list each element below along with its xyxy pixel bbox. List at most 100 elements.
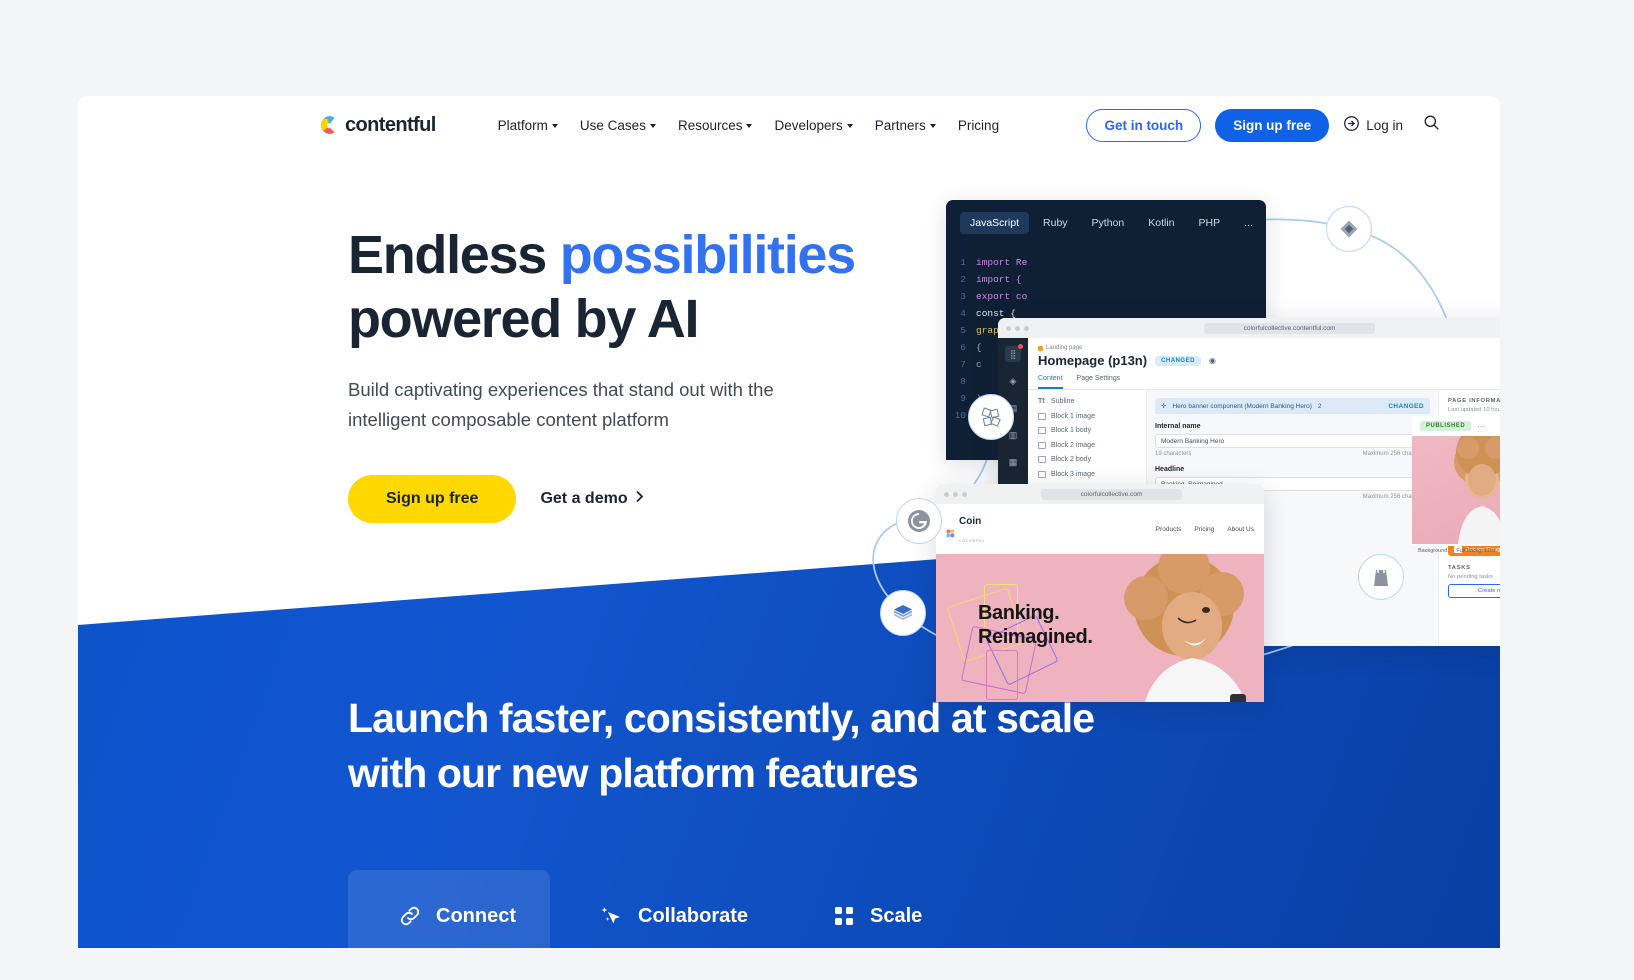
component-icon: ✛: [1161, 403, 1167, 410]
hero-headline: Endless possibilities powered by AI: [348, 224, 868, 351]
field-label: Headline: [1155, 466, 1185, 473]
create-new-task-button[interactable]: Create new task: [1448, 584, 1500, 598]
field-help: 19 characters Maximum 256 characters: [1155, 451, 1430, 457]
sign-up-free-button-hero[interactable]: Sign up free: [348, 475, 517, 524]
chevron-down-icon: [551, 124, 558, 128]
log-in-link[interactable]: Log in: [1343, 115, 1403, 135]
line-number: 7: [960, 359, 966, 370]
component-header: ✛ Hero banner component (Modern Banking …: [1155, 398, 1430, 414]
nav-item-partners[interactable]: Partners: [875, 118, 936, 133]
tree-item: Block 1 body: [1038, 427, 1138, 434]
info-icon[interactable]: ◉: [1209, 356, 1216, 365]
text-icon: Tt: [1038, 398, 1045, 405]
code-tab-python[interactable]: Python: [1082, 212, 1135, 234]
code-line: 2 import {: [946, 271, 1266, 288]
tree-item: Block 1 image: [1038, 412, 1138, 420]
line-number: 3: [960, 291, 966, 302]
line-text: c: [976, 359, 982, 370]
coin-nav-links: Products Pricing About Us: [1156, 526, 1254, 533]
nav-item-resources[interactable]: Resources: [678, 118, 753, 133]
nav-item-platform[interactable]: Platform: [498, 118, 558, 133]
option-background[interactable]: Background: [1418, 548, 1447, 554]
coin-link-products[interactable]: Products: [1156, 526, 1182, 533]
layers-icon[interactable]: [880, 590, 926, 636]
address-bar[interactable]: colorfulcollective.com: [1040, 488, 1183, 500]
tab-connect[interactable]: Connect: [348, 870, 550, 948]
minimize-dot[interactable]: [1015, 325, 1020, 331]
code-tab-javascript[interactable]: JavaScript: [960, 212, 1030, 234]
line-text: import Re: [976, 257, 1028, 268]
field-internal-name[interactable]: Modern Banking Hero: [1155, 434, 1430, 448]
hero-cta-row: Sign up free Get a demo: [348, 475, 868, 524]
sidebar-text: No pending tasks: [1448, 574, 1493, 580]
search-icon[interactable]: [1423, 114, 1440, 136]
cube-icon[interactable]: ◈: [1005, 373, 1021, 389]
coin-link-pricing[interactable]: Pricing: [1194, 526, 1214, 533]
headline-part-2: powered by AI: [348, 288, 699, 349]
chevron-right-icon: [635, 490, 644, 508]
minimize-dot[interactable]: [953, 491, 958, 497]
tree-item: Block 2 body: [1038, 456, 1138, 463]
address-bar[interactable]: colorfulcollective.contentful.com: [1203, 322, 1376, 334]
coin-logo[interactable]: Coin COLORFUL: [946, 511, 985, 547]
code-tab-php[interactable]: PHP: [1189, 212, 1231, 234]
coin-hero-banner: Banking. Reimagined. COLORFUL COIN: [936, 554, 1264, 702]
tab-collaborate[interactable]: Collaborate: [550, 870, 782, 948]
breadcrumb-icon: [1038, 345, 1043, 351]
coin-hero-photo: [1124, 554, 1246, 702]
code-tab-more[interactable]: ...: [1234, 212, 1263, 234]
headline-accent: possibilities: [559, 225, 856, 285]
login-arrow-icon: [1343, 115, 1360, 135]
pattern-icon[interactable]: [968, 394, 1014, 440]
apps-grid-icon[interactable]: ⣿: [1005, 344, 1023, 362]
chevron-down-icon: [649, 124, 656, 128]
get-a-demo-link[interactable]: Get a demo: [540, 490, 643, 508]
sign-up-free-button-nav[interactable]: Sign up free: [1215, 108, 1330, 142]
coin-logo-icon: [946, 525, 955, 537]
breadcrumb: Landing page: [1038, 345, 1500, 351]
tab-content[interactable]: Content: [1038, 375, 1063, 389]
maximize-dot[interactable]: [962, 491, 967, 497]
tree-item: Tt Subline: [1038, 398, 1075, 405]
coin-link-about[interactable]: About Us: [1227, 526, 1254, 533]
browser-chrome-bar: colorfulcollective.contentful.com: [998, 318, 1500, 338]
tab-page-settings[interactable]: Page Settings: [1077, 375, 1121, 389]
jira-icon[interactable]: [1326, 206, 1372, 252]
entry-tabs: Content Page Settings: [1028, 368, 1500, 390]
hero-copy: Endless possibilities powered by AI Buil…: [348, 224, 868, 524]
line-number: 8: [960, 376, 966, 387]
nav-item-developers[interactable]: Developers: [774, 118, 853, 133]
product-visual-collage: JavaScript Ruby Python Kotlin PHP ... 1i…: [798, 166, 1500, 702]
main-navigation: contentful Platform Use Cases Resources …: [78, 96, 1500, 154]
archive-icon[interactable]: ▦: [1005, 454, 1021, 470]
richtext-icon: [1038, 427, 1046, 434]
image-icon: [1038, 470, 1046, 478]
tab-scale[interactable]: Scale: [782, 870, 956, 948]
code-tab-ruby[interactable]: Ruby: [1033, 212, 1078, 234]
contentful-logo[interactable]: contentful: [318, 114, 436, 137]
landing-page: contentful Platform Use Cases Resources …: [78, 96, 1500, 948]
published-badge: PUBLISHED: [1420, 421, 1472, 431]
code-tab-kotlin[interactable]: Kotlin: [1138, 212, 1184, 234]
headline-part-1: Endless: [348, 225, 560, 285]
tab-label: Collaborate: [638, 904, 749, 927]
option-full-background[interactable]: Full background: [1456, 548, 1495, 554]
richtext-icon: [1038, 456, 1046, 463]
get-in-touch-button[interactable]: Get in touch: [1086, 108, 1202, 142]
coin-logo-sub: COLORFUL: [959, 539, 986, 543]
cursor-sparkle-icon: [600, 904, 624, 928]
image-icon: [1038, 412, 1046, 420]
gatsby-icon[interactable]: [896, 498, 942, 544]
maximize-dot[interactable]: [1024, 325, 1029, 331]
nav-item-use-cases[interactable]: Use Cases: [580, 118, 656, 133]
coin-hero-heading: Banking. Reimagined.: [978, 602, 1093, 648]
more-options-icon[interactable]: ⋯: [1477, 422, 1485, 431]
feature-tabs: Connect Collaborate Scale: [348, 870, 956, 948]
shopify-icon[interactable]: [1358, 554, 1404, 600]
nav-item-pricing[interactable]: Pricing: [958, 118, 999, 133]
browser-chrome-bar: colorfulcollective.com: [936, 484, 1264, 504]
code-language-tabs: JavaScript Ruby Python Kotlin PHP ...: [946, 200, 1266, 244]
close-dot[interactable]: [1006, 325, 1011, 331]
contentful-logo-mark: [318, 114, 340, 136]
close-dot[interactable]: [944, 491, 949, 497]
